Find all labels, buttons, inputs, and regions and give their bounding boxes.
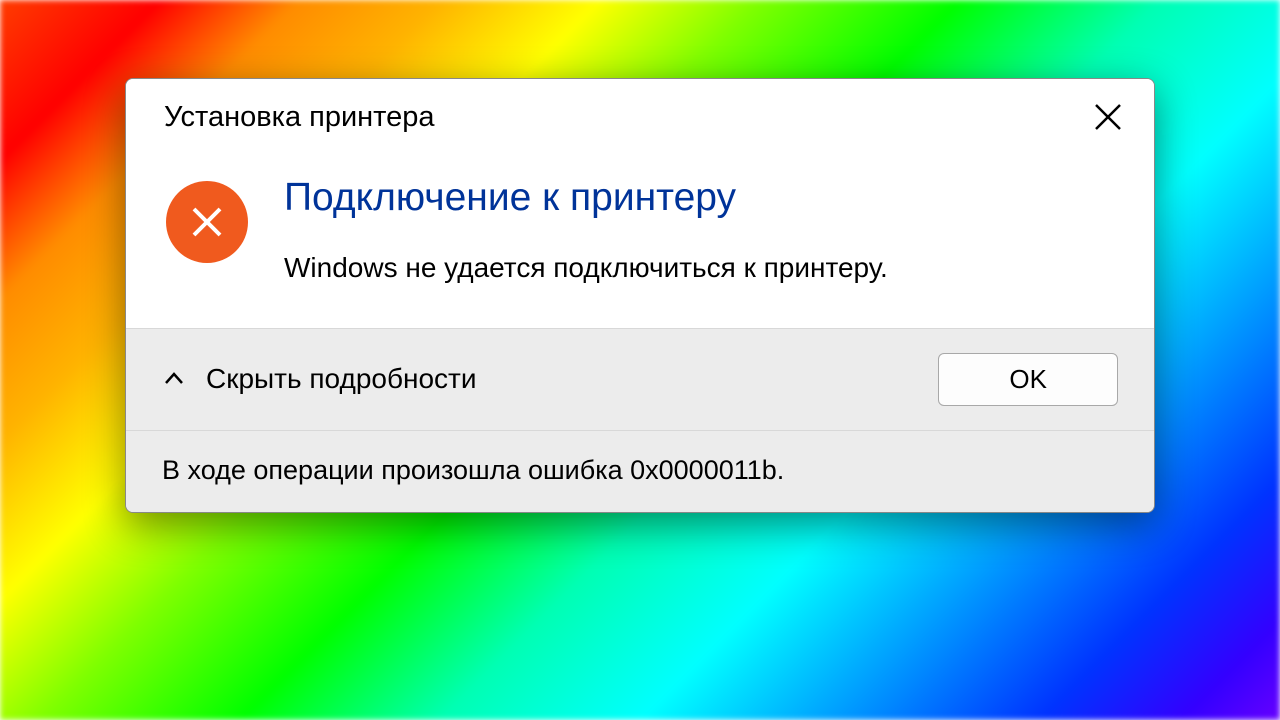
title-bar: Установка принтера bbox=[126, 79, 1154, 151]
chevron-up-icon bbox=[162, 367, 186, 391]
action-bar: Скрыть подробности OK bbox=[126, 328, 1154, 430]
dialog-title: Установка принтера bbox=[164, 101, 435, 134]
error-message: Windows не удается подключиться к принте… bbox=[284, 252, 1114, 284]
details-message: В ходе операции произошла ошибка 0x00000… bbox=[162, 455, 1118, 486]
content-text: Подключение к принтеру Windows не удаетс… bbox=[284, 175, 1114, 284]
content-area: Подключение к принтеру Windows не удаетс… bbox=[126, 151, 1154, 328]
close-icon bbox=[1093, 102, 1123, 132]
details-toggle-label: Скрыть подробности bbox=[206, 363, 477, 395]
error-icon bbox=[166, 181, 248, 263]
ok-button[interactable]: OK bbox=[938, 353, 1118, 406]
error-heading: Подключение к принтеру bbox=[284, 175, 1114, 222]
details-panel: В ходе операции произошла ошибка 0x00000… bbox=[126, 430, 1154, 512]
error-dialog: Установка принтера Подключение к принтер… bbox=[125, 78, 1155, 513]
details-toggle[interactable]: Скрыть подробности bbox=[162, 363, 477, 395]
close-button[interactable] bbox=[1088, 97, 1128, 137]
